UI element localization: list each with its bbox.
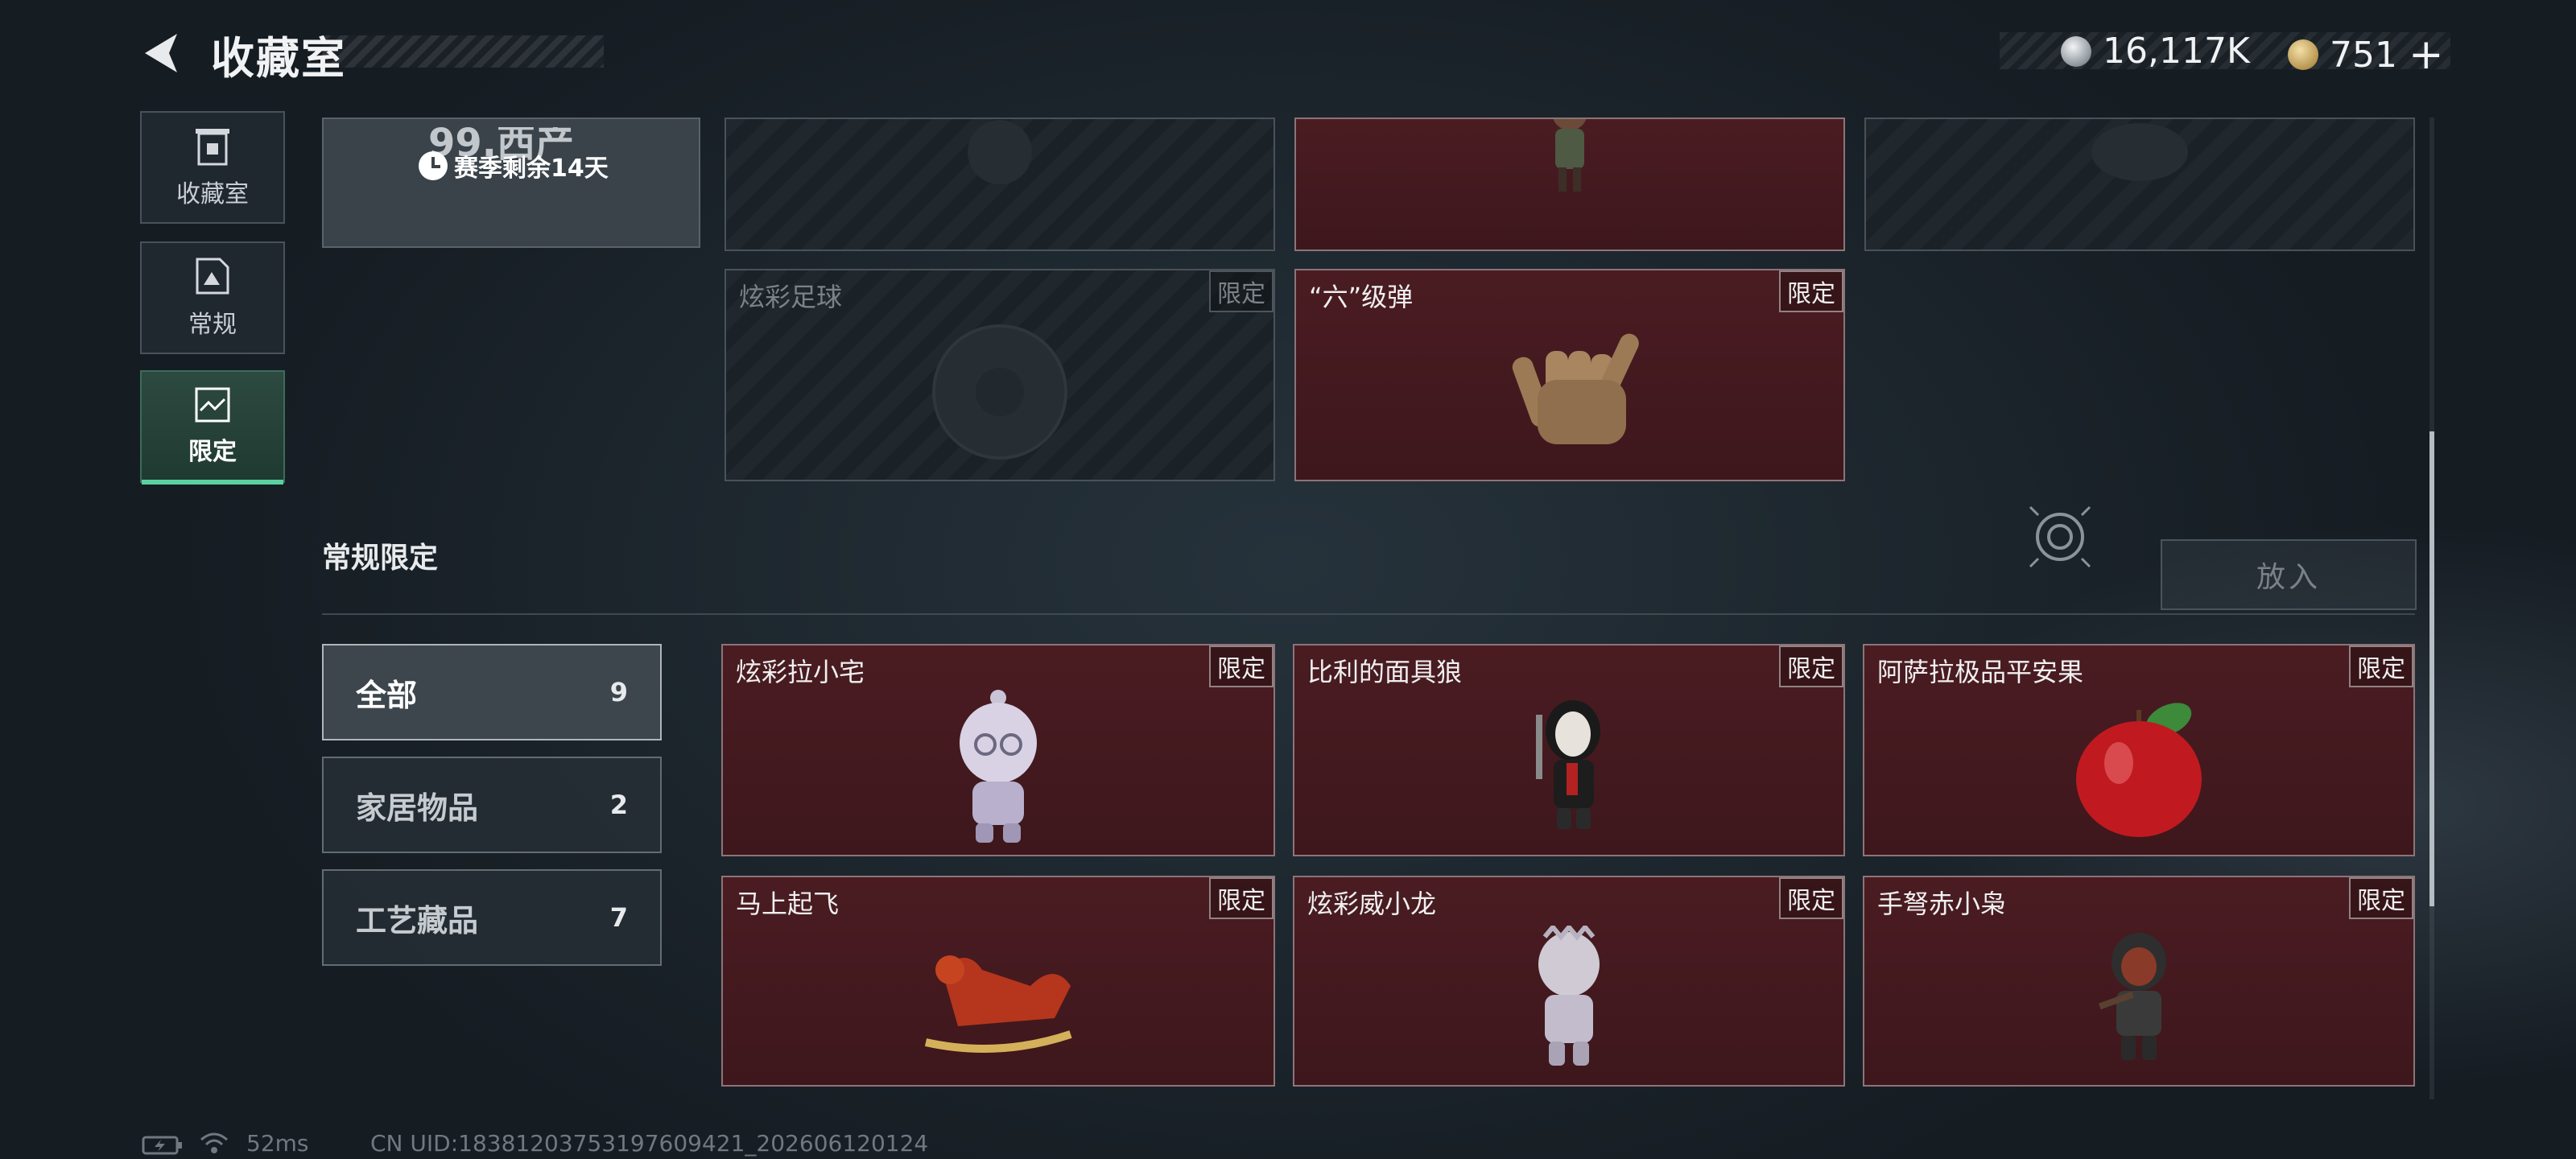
nav-collection-room[interactable]: 收藏室 (140, 111, 285, 224)
soccer-ball-silhouette (932, 324, 1067, 460)
page-title: 收藏室 (211, 33, 346, 84)
limited-tag: 限定 (1779, 270, 1843, 312)
section-title: 常规限定 (322, 542, 439, 575)
rocking-horse-art (924, 955, 1072, 1053)
category-all[interactable]: 全部 9 (322, 644, 662, 740)
limited-tag: 限定 (2349, 645, 2413, 687)
wifi-icon (200, 1132, 228, 1153)
limited-tag: 限定 (1209, 270, 1274, 312)
item-name: 比利的面具狼 (1307, 657, 1463, 687)
put-in-button[interactable]: 放入 (2161, 539, 2417, 610)
gold-coin-icon (2288, 39, 2318, 70)
category-home-items[interactable]: 家居物品 2 (322, 757, 662, 853)
add-currency-button[interactable]: + (2409, 31, 2444, 79)
figurine-art (2098, 932, 2166, 1060)
collection-card[interactable] (724, 118, 1275, 251)
silver-amount: 16,117K (2103, 31, 2250, 72)
figurine-art (1536, 699, 1600, 829)
silver-coin-icon (2061, 35, 2091, 67)
category-label: 家居物品 (356, 790, 479, 826)
item-name: 手弩赤小枭 (1877, 889, 2007, 919)
item-silhouette (968, 119, 1032, 184)
item-name: 阿萨拉极品平安果 (1877, 657, 2084, 687)
item-card[interactable]: 手弩赤小枭 限定 (1863, 876, 2415, 1087)
battery-charging-icon (142, 1136, 182, 1155)
collection-card[interactable] (1294, 118, 1845, 251)
limited-tag: 限定 (2349, 877, 2413, 919)
nav-label: 常规 (188, 311, 237, 339)
item-card[interactable]: 炫彩威小龙 限定 (1293, 876, 1845, 1087)
limited-tag: 限定 (1779, 877, 1843, 919)
season-timer-text: 赛季剩余14天 (454, 155, 609, 183)
figurine-art (1553, 119, 1587, 192)
limited-tag: 限定 (1209, 645, 1274, 687)
document-icon (196, 258, 229, 295)
silver-currency: 16,117K (2061, 31, 2250, 72)
category-label: 全部 (356, 677, 418, 713)
trash-bin-icon (196, 129, 229, 166)
item-card[interactable]: 炫彩拉小宅 限定 (721, 644, 1275, 856)
shaka-hand-art (1512, 333, 1639, 444)
section-divider (322, 613, 2415, 615)
limited-tag: 限定 (1209, 877, 1274, 919)
item-name: 炫彩威小龙 (1307, 889, 1437, 919)
category-crafts[interactable]: 工艺藏品 7 (322, 869, 662, 966)
category-label: 工艺藏品 (356, 902, 479, 938)
item-name: “六”级弹 (1309, 282, 1414, 312)
item-name: 马上起飞 (736, 889, 840, 919)
figurine-art (960, 689, 1037, 843)
season-panel: 99.西产 赛季剩余14天 (322, 118, 700, 248)
scrollbar-thumb[interactable] (2429, 431, 2434, 906)
gold-amount: 751 (2330, 34, 2397, 76)
nav-label: 收藏室 (176, 180, 249, 208)
item-name: 炫彩足球 (739, 282, 843, 312)
limited-tag: 限定 (1779, 645, 1843, 687)
collection-card[interactable]: “六”级弹 限定 (1294, 269, 1845, 481)
ping-readout: 52ms (246, 1130, 309, 1157)
nav-label: 限定 (188, 438, 237, 466)
clock-icon (419, 151, 448, 180)
image-frame-icon (195, 387, 230, 423)
collection-card[interactable] (1864, 118, 2415, 251)
item-name: 炫彩拉小宅 (736, 657, 865, 687)
item-card[interactable]: 阿萨拉极品平安果 限定 (1863, 644, 2415, 856)
title-stripe-decoration (322, 35, 604, 68)
category-count: 2 (609, 790, 628, 820)
category-count: 9 (609, 677, 628, 707)
season-timer: 赛季剩余14天 (419, 148, 609, 184)
apple-art (2076, 703, 2202, 837)
item-card[interactable]: 马上起飞 限定 (721, 876, 1275, 1087)
collection-card[interactable]: 炫彩足球 限定 (724, 269, 1275, 481)
item-silhouette (2091, 122, 2188, 181)
nav-regular[interactable]: 常规 (140, 241, 285, 354)
figurine-art (1538, 925, 1600, 1066)
target-icon[interactable] (2024, 501, 2096, 573)
nav-limited[interactable]: 限定 (140, 370, 285, 485)
user-uid: CN UID:183812037531976094​21_20260612012… (370, 1130, 929, 1157)
category-count: 7 (609, 902, 628, 933)
item-card[interactable]: 比利的面具狼 限定 (1293, 644, 1845, 856)
back-arrow-icon[interactable] (138, 29, 187, 77)
gold-currency[interactable]: 751 + (2288, 31, 2444, 79)
